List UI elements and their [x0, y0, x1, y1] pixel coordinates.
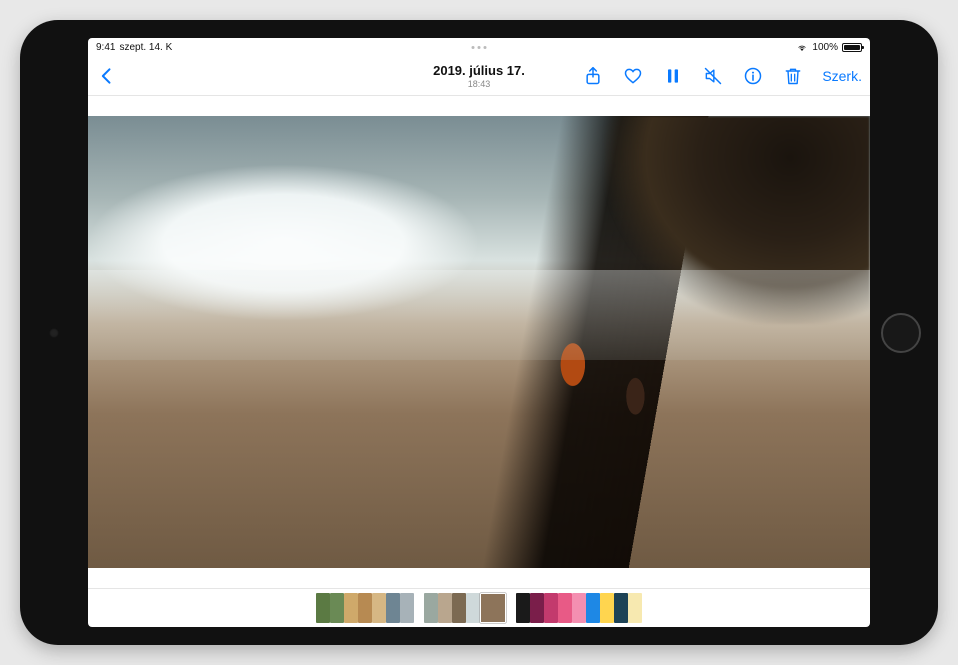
nav-title: 2019. július 17. 18:43: [433, 63, 525, 89]
thumbnail[interactable]: [438, 593, 452, 623]
speaker-muted-icon: [703, 66, 723, 86]
thumbnail[interactable]: [372, 593, 386, 623]
thumbnail[interactable]: [628, 593, 642, 623]
thumbnail-strip[interactable]: [88, 589, 870, 627]
pause-icon: [663, 66, 683, 86]
trash-icon: [783, 66, 803, 86]
edit-button[interactable]: Szerk.: [822, 68, 862, 84]
thumbnail[interactable]: [480, 593, 506, 623]
photo-viewer[interactable]: [88, 96, 870, 589]
thumbnail[interactable]: [316, 593, 330, 623]
nav-bar: 2019. július 17. 18:43: [88, 56, 870, 96]
share-button[interactable]: [582, 65, 604, 87]
front-camera: [49, 328, 59, 338]
thumbnail-cluster: [516, 593, 642, 623]
thumbnail[interactable]: [400, 593, 414, 623]
status-time: 9:41: [96, 42, 115, 53]
photo-date: 2019. július 17.: [433, 63, 525, 78]
thumbnail-cluster: [316, 593, 414, 623]
wifi-icon: [796, 43, 808, 52]
displayed-photo: [88, 116, 870, 569]
heart-icon: [623, 66, 643, 86]
thumbnail[interactable]: [344, 593, 358, 623]
home-button[interactable]: [881, 313, 921, 353]
thumbnail[interactable]: [530, 593, 544, 623]
thumbnail-cluster: [424, 593, 506, 623]
pause-button[interactable]: [662, 65, 684, 87]
chevron-left-icon: [97, 66, 117, 86]
thumbnail[interactable]: [544, 593, 558, 623]
thumbnail[interactable]: [586, 593, 600, 623]
thumbnail[interactable]: [466, 593, 480, 623]
thumbnail[interactable]: [516, 593, 530, 623]
thumbnail[interactable]: [452, 593, 466, 623]
battery-percent: 100%: [812, 42, 838, 53]
multitask-handle[interactable]: [472, 46, 487, 49]
thumbnail[interactable]: [600, 593, 614, 623]
favorite-button[interactable]: [622, 65, 644, 87]
thumbnail[interactable]: [572, 593, 586, 623]
ipad-frame: 9:41 szept. 14. K 100%: [20, 20, 938, 645]
thumbnail[interactable]: [330, 593, 344, 623]
screen: 9:41 szept. 14. K 100%: [88, 38, 870, 627]
info-icon: [743, 66, 763, 86]
info-button[interactable]: [742, 65, 764, 87]
thumbnail[interactable]: [386, 593, 400, 623]
trash-button[interactable]: [782, 65, 804, 87]
thumbnail[interactable]: [424, 593, 438, 623]
back-button[interactable]: [96, 65, 118, 87]
photo-time: 18:43: [433, 79, 525, 89]
status-bar: 9:41 szept. 14. K 100%: [88, 38, 870, 56]
thumbnail[interactable]: [614, 593, 628, 623]
share-icon: [583, 66, 603, 86]
battery-icon: [842, 43, 862, 52]
thumbnail[interactable]: [558, 593, 572, 623]
status-date: szept. 14. K: [119, 42, 172, 53]
mute-button[interactable]: [702, 65, 724, 87]
thumbnail[interactable]: [358, 593, 372, 623]
